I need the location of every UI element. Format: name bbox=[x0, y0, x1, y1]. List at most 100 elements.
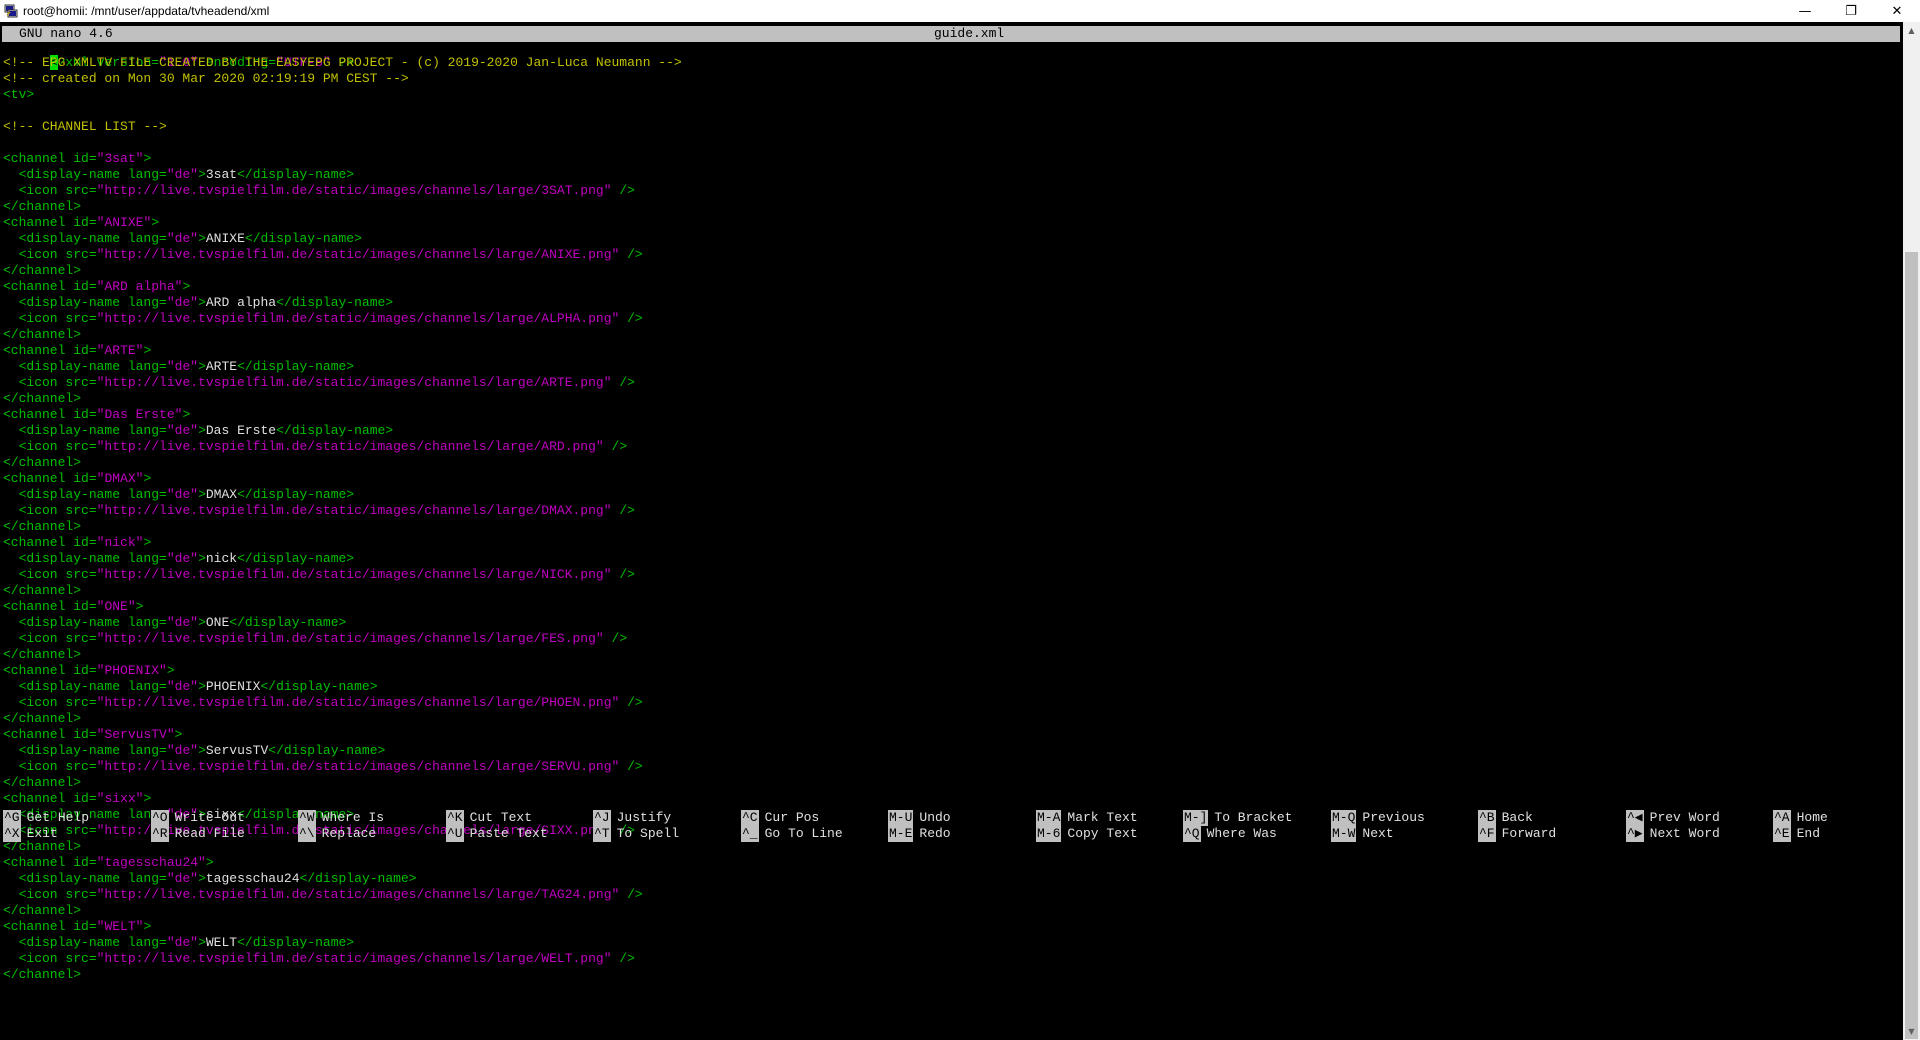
channel-id: "PHOENIX" bbox=[96, 663, 167, 678]
editor-line: </channel> bbox=[3, 647, 82, 662]
shortcut-key: ^_ bbox=[741, 826, 759, 842]
shortcut-item[interactable]: M-E Redo bbox=[888, 826, 951, 842]
scroll-up-icon[interactable]: ▲ bbox=[1903, 22, 1920, 39]
editor-line: <icon src="http://live.tvspielfilm.de/st… bbox=[3, 247, 643, 262]
shortcut-item[interactable]: ^J Justify bbox=[593, 810, 671, 826]
shortcut-item[interactable]: ^E End bbox=[1773, 826, 1820, 842]
editor-line: <display-name lang="de">ONE</display-nam… bbox=[3, 615, 347, 630]
shortcut-label: Previous bbox=[1362, 810, 1425, 825]
vertical-scrollbar[interactable]: ▲ ▼ bbox=[1903, 22, 1920, 1040]
shortcut-label: Replace bbox=[321, 826, 377, 841]
shortcut-item[interactable]: M-A Mark Text bbox=[1036, 810, 1138, 826]
shortcut-item[interactable]: ^_ Go To Line bbox=[741, 826, 843, 842]
editor-line: <channel id="ANIXE"> bbox=[3, 215, 160, 230]
shortcut-bar-row-2: ^X Exit ^R Read File ^\ Replace ^U Paste Text ^T… bbox=[0, 826, 1903, 842]
shortcut-item[interactable]: M-U Undo bbox=[888, 810, 951, 826]
shortcut-key: ^F bbox=[1478, 826, 1496, 842]
channel-icon-url: "http://live.tvspielfilm.de/static/image… bbox=[96, 375, 612, 390]
shortcut-item[interactable]: ^W Where Is bbox=[298, 810, 384, 826]
editor-line: <icon src="http://live.tvspielfilm.de/st… bbox=[3, 311, 643, 326]
shortcut-item[interactable]: ^Q Where Was bbox=[1183, 826, 1277, 842]
shortcut-item[interactable]: ^O Write Out bbox=[151, 810, 245, 826]
shortcut-item[interactable]: ^C Cur Pos bbox=[741, 810, 819, 826]
editor-line: <display-name lang="de">ARD alpha</displ… bbox=[3, 295, 394, 310]
editor-line: <channel id="ARTE"> bbox=[3, 343, 152, 358]
editor-line: <tv> bbox=[3, 87, 35, 102]
shortcut-label: Where Was bbox=[1206, 826, 1277, 841]
channel-icon-url: "http://live.tvspielfilm.de/static/image… bbox=[96, 631, 604, 646]
shortcut-item[interactable]: ^◀ Prev Word bbox=[1626, 810, 1720, 826]
shortcut-key: M-E bbox=[888, 826, 914, 842]
shortcut-label: Forward bbox=[1501, 826, 1557, 841]
maximize-button[interactable]: ❐ bbox=[1828, 0, 1874, 22]
channel-id: "tagesschau24" bbox=[96, 855, 206, 870]
editor-line: </channel> bbox=[3, 711, 82, 726]
shortcut-item[interactable]: M-6 Copy Text bbox=[1036, 826, 1138, 842]
channel-icon-url: "http://live.tvspielfilm.de/static/image… bbox=[96, 439, 604, 454]
channel-id: "3sat" bbox=[96, 151, 144, 166]
shortcut-item[interactable]: ^F Forward bbox=[1478, 826, 1556, 842]
shortcut-key: ^◀ bbox=[1626, 810, 1644, 826]
channel-id: "ServusTV" bbox=[96, 727, 175, 742]
shortcut-label: Go To Line bbox=[764, 826, 843, 841]
shortcut-label: Exit bbox=[26, 826, 58, 841]
shortcut-item[interactable]: M-Q Previous bbox=[1331, 810, 1425, 826]
channel-icon-url: "http://live.tvspielfilm.de/static/image… bbox=[96, 183, 612, 198]
channel-icon-url: "http://live.tvspielfilm.de/static/image… bbox=[96, 567, 612, 582]
scrollbar-thumb[interactable] bbox=[1905, 252, 1918, 1039]
shortcut-key: ^U bbox=[446, 826, 464, 842]
editor-line: <icon src="http://live.tvspielfilm.de/st… bbox=[3, 951, 635, 966]
close-button[interactable]: ✕ bbox=[1874, 0, 1920, 22]
editor-line: <icon src="http://live.tvspielfilm.de/st… bbox=[3, 695, 643, 710]
shortcut-label: Next bbox=[1362, 826, 1394, 841]
shortcut-item[interactable]: ^T To Spell bbox=[593, 826, 679, 842]
editor-line: <icon src="http://live.tvspielfilm.de/st… bbox=[3, 375, 635, 390]
shortcut-key: ^J bbox=[593, 810, 611, 826]
minimize-button[interactable]: — bbox=[1782, 0, 1828, 22]
shortcut-item[interactable]: ^G Get Help bbox=[3, 810, 89, 826]
shortcut-key: ^K bbox=[446, 810, 464, 826]
terminal-screen[interactable]: GNU nano 4.6 guide.xml <?xml version="1.… bbox=[0, 22, 1903, 1040]
editor-line: <icon src="http://live.tvspielfilm.de/st… bbox=[3, 759, 643, 774]
editor-line: </channel> bbox=[3, 199, 82, 214]
shortcut-item[interactable]: ^U Paste Text bbox=[446, 826, 548, 842]
channel-id: "nick" bbox=[96, 535, 144, 550]
shortcut-item[interactable]: ^R Read File bbox=[151, 826, 245, 842]
shortcut-key: M-U bbox=[888, 810, 914, 826]
window-title: root@homii: /mnt/user/appdata/tvheadend/… bbox=[23, 4, 270, 18]
shortcut-item[interactable]: ^A Home bbox=[1773, 810, 1828, 826]
shortcut-item[interactable]: M-] To Bracket bbox=[1183, 810, 1292, 826]
channel-id: "ANIXE" bbox=[96, 215, 152, 230]
editor-line: <display-name lang="de">nick</display-na… bbox=[3, 551, 355, 566]
shortcut-item[interactable]: M-W Next bbox=[1331, 826, 1394, 842]
shortcut-key: ^W bbox=[298, 810, 316, 826]
putty-icon bbox=[3, 3, 19, 19]
editor-line: </channel> bbox=[3, 263, 82, 278]
editor-line: </channel> bbox=[3, 391, 82, 406]
channel-icon-url: "http://live.tvspielfilm.de/static/image… bbox=[96, 311, 620, 326]
channel-display-name: DMAX bbox=[205, 487, 238, 502]
editor-line: <channel id="PHOENIX"> bbox=[3, 663, 175, 678]
shortcut-item[interactable]: ^\ Replace bbox=[298, 826, 376, 842]
editor-line: <display-name lang="de">ARTE</display-na… bbox=[3, 359, 355, 374]
editor-line: <channel id="3sat"> bbox=[3, 151, 152, 166]
shortcut-item[interactable]: ^K Cut Text bbox=[446, 810, 532, 826]
shortcut-item[interactable]: ^B Back bbox=[1478, 810, 1533, 826]
editor-line: <icon src="http://live.tvspielfilm.de/st… bbox=[3, 631, 628, 646]
scroll-down-icon[interactable]: ▼ bbox=[1903, 1023, 1920, 1040]
shortcut-bar-row-1: ^G Get Help ^O Write Out ^W Where Is ^K Cut Tex… bbox=[0, 810, 1903, 826]
shortcut-key: ^X bbox=[3, 826, 21, 842]
shortcut-label: To Spell bbox=[616, 826, 680, 841]
channel-id: "ARTE" bbox=[96, 343, 144, 358]
shortcut-label: Copy Text bbox=[1067, 826, 1138, 841]
editor-line: <display-name lang="de">PHOENIX</display… bbox=[3, 679, 378, 694]
shortcut-label: Prev Word bbox=[1649, 810, 1720, 825]
shortcut-label: Mark Text bbox=[1067, 810, 1138, 825]
channel-display-name: 3sat bbox=[205, 167, 238, 182]
shortcut-item[interactable]: ^X Exit bbox=[3, 826, 58, 842]
shortcut-item[interactable]: ^▶ Next Word bbox=[1626, 826, 1720, 842]
editor-line: <display-name lang="de">ANIXE</display-n… bbox=[3, 231, 362, 246]
shortcut-label: Paste Text bbox=[469, 826, 548, 841]
shortcut-key: ^O bbox=[151, 810, 169, 826]
editor-line: <display-name lang="de">DMAX</display-na… bbox=[3, 487, 355, 502]
